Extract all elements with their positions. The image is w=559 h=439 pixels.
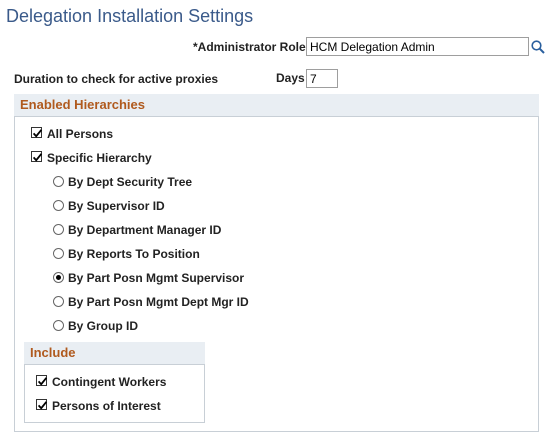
contingent-workers-checkbox[interactable] [36, 375, 48, 386]
administrator-role-label: *Administrator Role [193, 40, 306, 54]
enabled-hierarchies-heading: Enabled Hierarchies [14, 94, 539, 117]
radio-label-reports-to-position: By Reports To Position [68, 247, 200, 261]
magnifier-icon[interactable] [530, 39, 546, 55]
specific-hierarchy-checkbox[interactable] [31, 151, 43, 162]
page-title: Delegation Installation Settings [6, 6, 254, 26]
radio-label-department-manager-id: By Department Manager ID [68, 223, 222, 237]
persons-of-interest-label: Persons of Interest [52, 399, 161, 413]
radio-dept-security-tree[interactable] [53, 176, 64, 187]
radio-part-posn-mgmt-dept-mgr-id[interactable] [53, 296, 64, 307]
checkmark-icon [32, 129, 43, 138]
checkmark-icon [37, 377, 48, 386]
radio-supervisor-id[interactable] [53, 200, 64, 211]
duration-label: Duration to check for active proxies [14, 72, 219, 86]
radio-label-group-id: By Group ID [68, 319, 139, 333]
all-persons-checkbox[interactable] [31, 127, 43, 138]
radio-department-manager-id[interactable] [53, 224, 64, 235]
checkmark-icon [32, 153, 43, 162]
all-persons-label: All Persons [47, 127, 114, 141]
radio-part-posn-mgmt-supervisor[interactable] [53, 272, 64, 283]
persons-of-interest-checkbox[interactable] [36, 399, 48, 410]
radio-group-id[interactable] [53, 320, 64, 331]
checkmark-icon [37, 401, 48, 410]
radio-selected-dot [56, 275, 61, 280]
specific-hierarchy-label: Specific Hierarchy [47, 151, 152, 165]
include-heading: Include [24, 342, 205, 365]
radio-label-dept-security-tree: By Dept Security Tree [68, 175, 193, 189]
radio-reports-to-position[interactable] [53, 248, 64, 259]
days-input[interactable] [306, 69, 338, 88]
radio-label-part-posn-mgmt-supervisor: By Part Posn Mgmt Supervisor [68, 271, 245, 285]
radio-label-part-posn-mgmt-dept-mgr-id: By Part Posn Mgmt Dept Mgr ID [68, 295, 249, 309]
administrator-role-input[interactable] [306, 37, 529, 56]
contingent-workers-label: Contingent Workers [52, 375, 167, 389]
radio-label-supervisor-id: By Supervisor ID [68, 199, 165, 213]
days-label: Days [276, 71, 305, 85]
